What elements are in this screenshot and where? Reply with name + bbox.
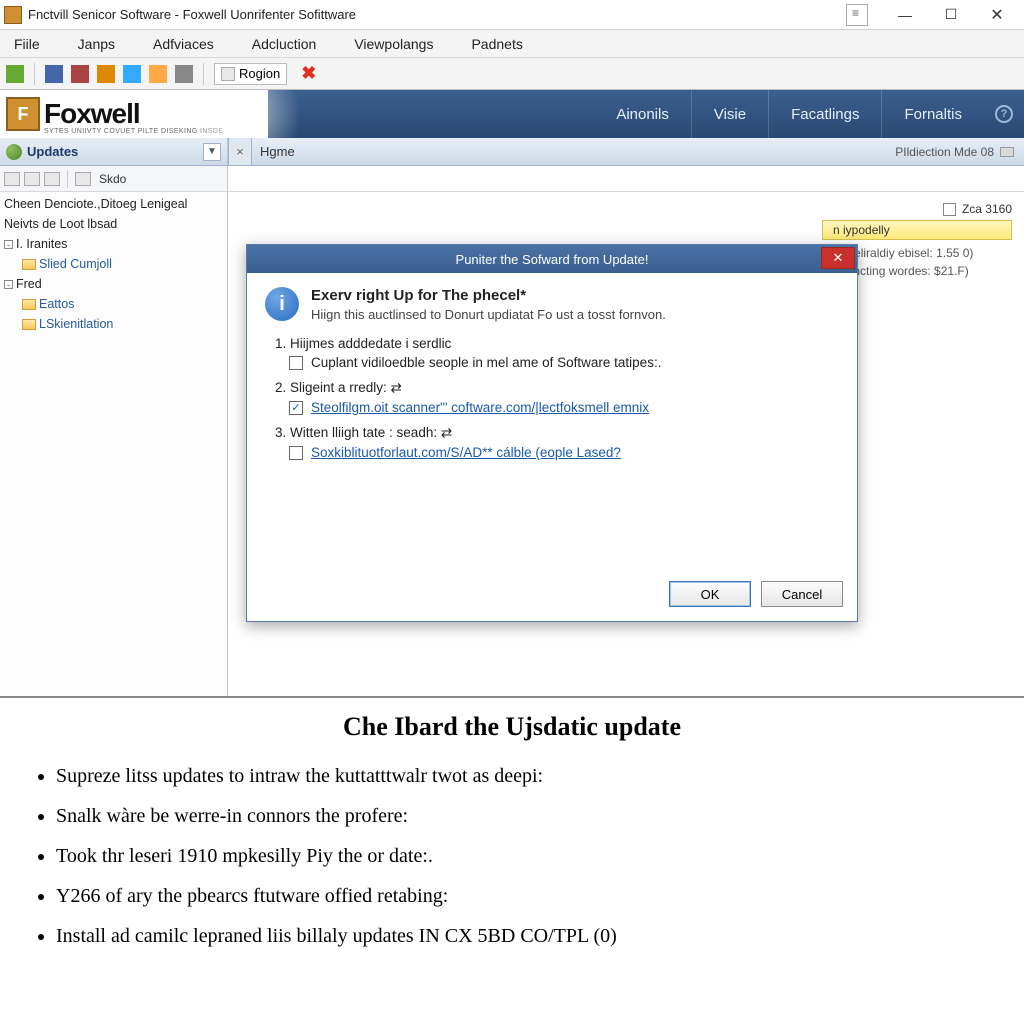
checkbox-checked[interactable] xyxy=(289,401,303,415)
dialog-option-link[interactable]: Soxkiblituotforlaut.com/S/AD** cálble (e… xyxy=(311,445,621,460)
minimize-button[interactable]: — xyxy=(882,1,928,29)
help-article: Che Ibard the Ujsdatic update Supreze li… xyxy=(0,696,1024,966)
update-dialog: Puniter the Sofward from Update! ✕ i Exe… xyxy=(246,244,858,622)
tab-close-button[interactable]: × xyxy=(228,138,252,165)
brand-subtitle: SYTES UNIIVTY COVUET PILTE DISEKING INSD… xyxy=(44,128,223,135)
folder-icon xyxy=(22,319,36,330)
status-right: PIldiection Mde 08 xyxy=(885,138,1024,165)
article-title: Che Ibard the Ujsdatic update xyxy=(26,712,998,742)
window-titlebar: Fnctvill Senicor Software - Foxwell Uonr… xyxy=(0,0,1024,30)
brand-tab-visie[interactable]: Visie xyxy=(691,90,768,138)
sidebar-tb-label: Skdo xyxy=(95,172,130,186)
region-icon xyxy=(221,67,235,81)
foxwell-logo-icon: F xyxy=(6,97,40,131)
sidebar-tb-icon[interactable] xyxy=(24,172,40,186)
dialog-title: Puniter the Sofward from Update! xyxy=(456,252,649,267)
region-label: Rogion xyxy=(239,66,280,81)
sidebar-tb-icon[interactable] xyxy=(44,172,60,186)
sidebar-tree: Cheen Denciote.,Ditoeg Lenigeal Neivts d… xyxy=(0,192,227,336)
sidebar-tb-sep xyxy=(67,170,68,188)
toolbar-icon-3[interactable] xyxy=(71,65,89,83)
toolbar-icon-1[interactable] xyxy=(6,65,24,83)
dialog-close-button[interactable]: ✕ xyxy=(821,247,855,269)
toolbar-icon-5[interactable] xyxy=(123,65,141,83)
dialog-option-link[interactable]: Steolfilgm.oit scanner'" coftware.com/|l… xyxy=(311,400,649,415)
article-bullet: Install ad camilc lepraned liis billaly … xyxy=(56,916,998,956)
mode-label: PIldiection Mde 08 xyxy=(895,145,994,159)
collapse-icon[interactable]: - xyxy=(4,240,13,249)
updates-panel-header[interactable]: Updates ▼ xyxy=(0,138,228,165)
region-selector[interactable]: Rogion xyxy=(214,63,287,85)
dialog-option-text: Cuplant vidiloedble seople in mel ame of… xyxy=(311,355,661,370)
brand-bar: F Foxwell SYTES UNIIVTY COVUET PILTE DIS… xyxy=(0,90,1024,138)
updates-icon xyxy=(6,144,22,160)
toolbar-icon-6[interactable] xyxy=(149,65,167,83)
checkbox[interactable] xyxy=(943,203,956,216)
brand-logo-area: F Foxwell SYTES UNIIVTY COVUET PILTE DIS… xyxy=(0,90,268,138)
article-bullet: Supreze litss updates to intraw the kutt… xyxy=(56,756,998,796)
folder-icon xyxy=(22,259,36,270)
sidebar-tb-icon[interactable] xyxy=(4,172,20,186)
overflow-icon[interactable] xyxy=(846,4,868,26)
tree-item[interactable]: Eattos xyxy=(4,294,223,314)
toolbar-separator xyxy=(34,63,35,85)
article-bullet: Took thr leseri 1910 mpkesilly Piy the o… xyxy=(56,836,998,876)
sidebar-toolbar: Skdo xyxy=(0,166,227,192)
brand-tab-facatlings[interactable]: Facatlings xyxy=(768,90,881,138)
app-icon xyxy=(4,6,22,24)
brand-tab-fornaltis[interactable]: Fornaltis xyxy=(881,90,984,138)
toolbar-separator xyxy=(203,63,204,85)
tree-item[interactable]: LSkienitlation xyxy=(4,314,223,334)
maximize-button[interactable]: ☐ xyxy=(928,1,974,29)
breadcrumb[interactable]: Hgme xyxy=(252,138,885,165)
dialog-heading: Exerv right Up for The phecel* xyxy=(311,287,666,304)
menu-adfviaces[interactable]: Adfviaces xyxy=(143,34,224,54)
tree-item[interactable]: Cheen Denciote.,Ditoeg Lenigeal xyxy=(4,194,223,214)
menu-viewpolangs[interactable]: Viewpolangs xyxy=(344,34,443,54)
dialog-item-label: 1. Hiijmes adddedate i serdlic xyxy=(275,336,839,351)
folder-icon[interactable] xyxy=(75,172,91,186)
dropdown-icon[interactable]: ▼ xyxy=(203,143,221,161)
folder-icon xyxy=(22,299,36,310)
toolbar-icon-2[interactable] xyxy=(45,65,63,83)
dialog-item-label: 2. Sligeint a rredly: ⇄ xyxy=(275,380,839,396)
checkbox[interactable] xyxy=(289,356,303,370)
zca-label: Zca 3160 xyxy=(962,202,1012,216)
sub-nav: Updates ▼ × Hgme PIldiection Mde 08 xyxy=(0,138,1024,166)
close-button[interactable]: ✕ xyxy=(974,1,1020,29)
toolbar-icon-7[interactable] xyxy=(175,65,193,83)
checkbox[interactable] xyxy=(289,446,303,460)
updates-label: Updates xyxy=(27,144,201,159)
article-bullet: Snalk wàre be werre-in connors the profe… xyxy=(56,796,998,836)
menu-janps[interactable]: Janps xyxy=(68,34,125,54)
tree-item[interactable]: Neivts de Loot lbsad xyxy=(4,214,223,234)
menu-file[interactable]: Fiile xyxy=(4,34,50,54)
dialog-titlebar[interactable]: Puniter the Sofward from Update! ✕ xyxy=(247,245,857,273)
menu-bar: Fiile Janps Adfviaces Adcluction Viewpol… xyxy=(0,30,1024,58)
info-icon: i xyxy=(265,287,299,321)
clear-region-icon[interactable]: ✖ xyxy=(301,63,316,84)
menu-padnets[interactable]: Padnets xyxy=(461,34,532,54)
toolbar: Rogion ✖ xyxy=(0,58,1024,90)
tree-item[interactable]: -I. Iranites xyxy=(4,234,223,254)
dialog-item-label: 3. Witten lliigh tate : seadh: ⇄ xyxy=(275,425,839,441)
menu-adcluction[interactable]: Adcluction xyxy=(242,34,327,54)
toolbar-icon-4[interactable] xyxy=(97,65,115,83)
mode-icon[interactable] xyxy=(1000,147,1014,157)
tree-item[interactable]: Slied Cumjoll xyxy=(4,254,223,274)
cancel-button[interactable]: Cancel xyxy=(761,581,843,607)
help-button[interactable]: ? xyxy=(984,90,1024,138)
dialog-subheading: Hiign this auctlinsed to Donurt updiatat… xyxy=(311,307,666,322)
ok-button[interactable]: OK xyxy=(669,581,751,607)
brand-tab-ainonils[interactable]: Ainonils xyxy=(594,90,691,138)
article-bullet: Y266 of ary the pbearcs ftutware offied … xyxy=(56,876,998,916)
collapse-icon[interactable]: - xyxy=(4,280,13,289)
status-pill[interactable]: n iypodelly xyxy=(822,220,1012,240)
help-icon: ? xyxy=(995,105,1013,123)
sidebar: Skdo Cheen Denciote.,Ditoeg Lenigeal Nei… xyxy=(0,166,228,696)
brand-name: Foxwell xyxy=(44,98,140,130)
tree-item[interactable]: -Fred xyxy=(4,274,223,294)
window-title: Fnctvill Senicor Software - Foxwell Uonr… xyxy=(28,7,846,22)
content-tabbar xyxy=(228,166,1024,192)
